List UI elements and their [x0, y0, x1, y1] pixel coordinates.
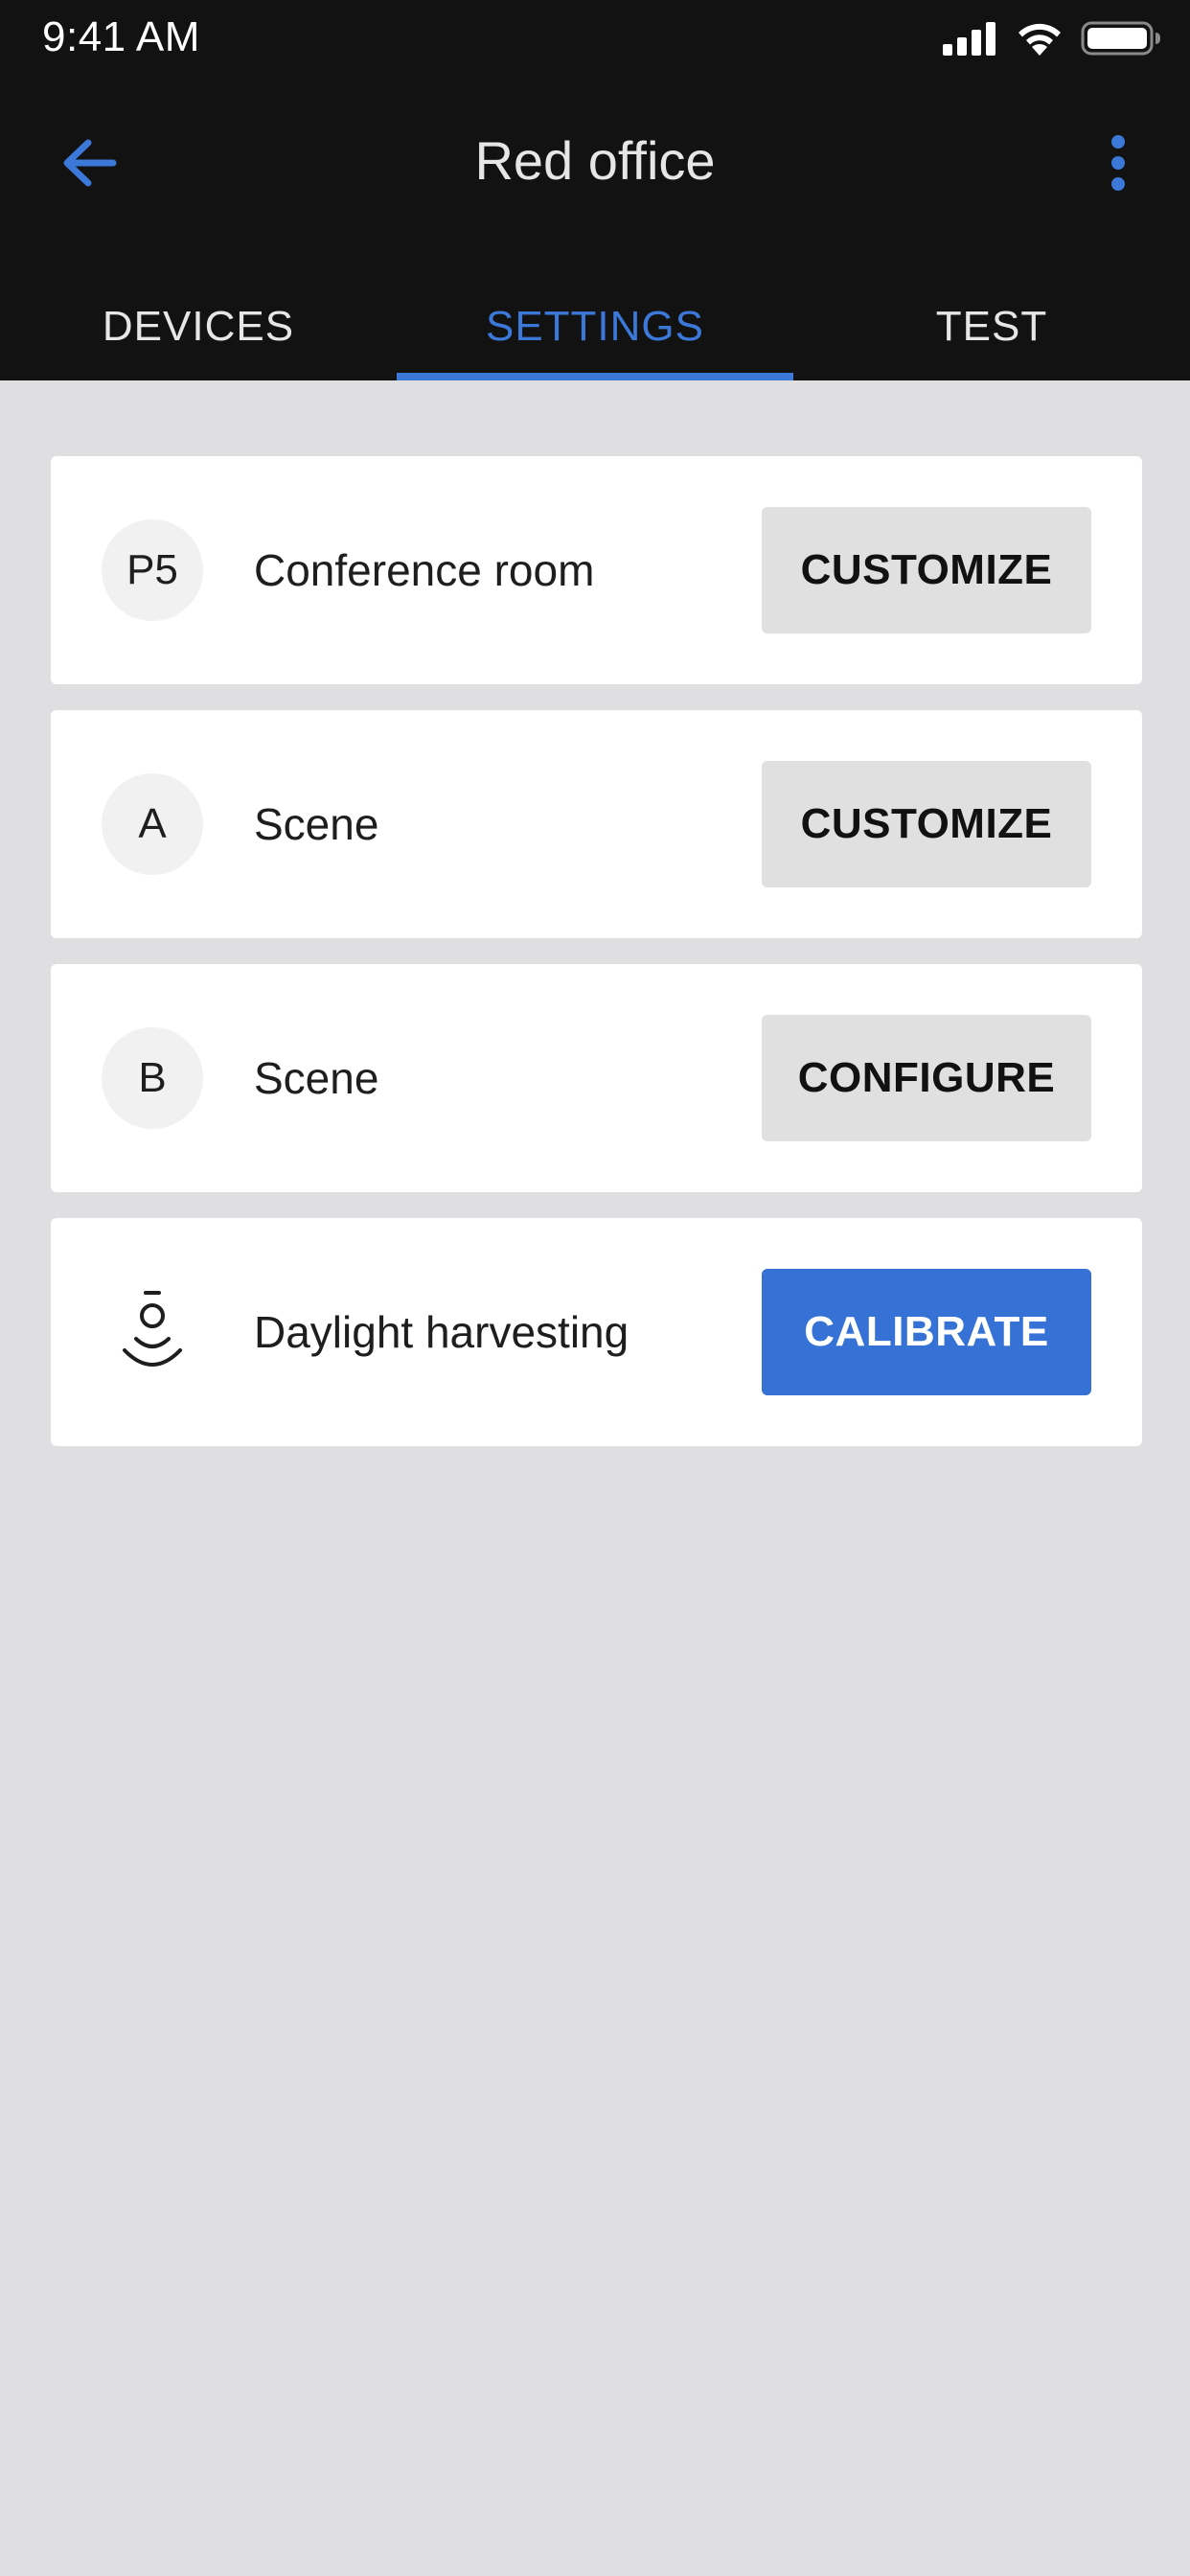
daylight-sensor-icon — [102, 1281, 203, 1383]
card-label: Scene — [254, 799, 379, 849]
card-label: Conference room — [254, 545, 595, 595]
tab-settings[interactable]: SETTINGS — [397, 273, 793, 380]
more-options-button[interactable] — [1085, 120, 1152, 206]
tab-test[interactable]: TEST — [793, 273, 1190, 380]
scene-badge: A — [102, 773, 203, 875]
battery-icon — [1081, 21, 1160, 56]
toolbar: Red office — [0, 91, 1190, 235]
active-tab-indicator — [397, 373, 793, 380]
configure-button[interactable]: CONFIGURE — [762, 1015, 1091, 1141]
scene-badge: B — [102, 1027, 203, 1129]
card-label: Scene — [254, 1053, 379, 1103]
settings-card-daylight-harvesting: Daylight harvesting CALIBRATE — [51, 1218, 1142, 1446]
status-bar: 9:41 AM — [0, 0, 1190, 77]
cellular-signal-icon — [943, 22, 995, 56]
app-header: 9:41 AM Red office DEVICES SETTINGS TEST — [0, 0, 1190, 380]
status-time: 9:41 AM — [42, 13, 200, 60]
settings-list: P5 Conference room CUSTOMIZE A Scene CUS… — [51, 456, 1142, 1472]
settings-card-scene-a: A Scene CUSTOMIZE — [51, 710, 1142, 938]
customize-button[interactable]: CUSTOMIZE — [762, 761, 1091, 887]
settings-card-scene-b: B Scene CONFIGURE — [51, 964, 1142, 1192]
wifi-icon — [1018, 23, 1061, 56]
calibrate-button[interactable]: CALIBRATE — [762, 1269, 1091, 1395]
tab-bar: DEVICES SETTINGS TEST — [0, 273, 1190, 380]
tab-label: TEST — [935, 303, 1048, 350]
status-icons — [941, 17, 1161, 59]
tab-devices[interactable]: DEVICES — [0, 273, 397, 380]
preset-badge: P5 — [102, 519, 203, 621]
app-screen: 9:41 AM Red office DEVICES SETTINGS TEST… — [0, 0, 1190, 2576]
tab-label: DEVICES — [102, 303, 295, 350]
more-vertical-icon — [1111, 135, 1125, 191]
tab-label: SETTINGS — [485, 303, 705, 350]
customize-button[interactable]: CUSTOMIZE — [762, 507, 1091, 633]
card-label: Daylight harvesting — [254, 1307, 629, 1357]
page-title: Red office — [474, 130, 716, 191]
settings-card-conference-room: P5 Conference room CUSTOMIZE — [51, 456, 1142, 684]
